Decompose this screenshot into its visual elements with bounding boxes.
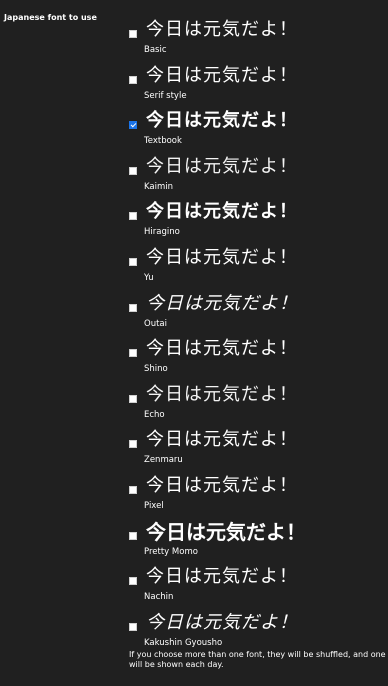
font-checkbox-serif-style[interactable]: [129, 75, 137, 84]
font-checkbox-pixel[interactable]: [129, 485, 137, 494]
font-checkbox-hiragino[interactable]: [129, 212, 137, 221]
font-sample-pixel: 今日は元気だよ！: [146, 474, 298, 496]
font-name-pixel: Pixel: [144, 500, 164, 511]
font-checkbox-outai[interactable]: [129, 303, 137, 312]
font-name-yu: Yu: [144, 272, 154, 283]
font-option-nachin[interactable]: 今日は元気だよ！ Nachin: [127, 565, 385, 611]
font-checkbox-nachin[interactable]: [129, 577, 137, 586]
font-option-pixel[interactable]: 今日は元気だよ！ Pixel: [127, 474, 385, 520]
font-option-outai[interactable]: 今日は元気だよ！ Outai: [127, 292, 385, 338]
font-checkbox-yu[interactable]: [129, 257, 137, 266]
font-checkbox-textbook[interactable]: [129, 121, 137, 130]
font-name-zenmaru: Zenmaru: [144, 455, 183, 466]
font-sample-echo: 今日は元気だよ！: [146, 383, 298, 405]
font-checkbox-echo[interactable]: [129, 394, 137, 403]
font-option-basic[interactable]: 今日は元気だよ！ Basic: [127, 18, 385, 64]
font-sample-kaimin: 今日は元気だよ！: [146, 155, 298, 177]
font-name-serif-style: Serif style: [144, 90, 187, 101]
font-checkbox-basic[interactable]: [129, 30, 137, 38]
font-checkbox-shino[interactable]: [129, 349, 137, 358]
font-name-pretty-momo: Pretty Momo: [144, 546, 198, 557]
font-option-pretty-momo[interactable]: 今日は元気だよ！ Pretty Momo: [127, 520, 385, 566]
font-option-yu[interactable]: 今日は元気だよ！ Yu: [127, 246, 385, 292]
font-option-kaimin[interactable]: 今日は元気だよ！ Kaimin: [127, 155, 385, 201]
font-sample-shino: 今日は元気だよ！: [146, 338, 298, 360]
font-sample-outai: 今日は元気だよ！: [146, 292, 298, 314]
font-checkbox-zenmaru[interactable]: [129, 440, 137, 449]
font-name-basic: Basic: [144, 45, 167, 55]
font-sample-textbook: 今日は元気だよ！: [146, 110, 298, 132]
font-option-echo[interactable]: 今日は元気だよ！ Echo: [127, 383, 385, 429]
font-name-shino: Shino: [144, 364, 168, 375]
font-checkbox-kaimin[interactable]: [129, 166, 137, 175]
font-sample-kakushin-gyousho: 今日は元気だよ！: [146, 611, 298, 633]
font-shuffle-hint: If you choose more than one font, they w…: [129, 650, 386, 669]
font-sample-yu: 今日は元気だよ！: [146, 246, 298, 268]
font-sample-nachin: 今日は元気だよ！: [146, 566, 298, 588]
font-name-echo: Echo: [144, 409, 165, 420]
font-option-serif-style[interactable]: 今日は元気だよ！ Serif style: [127, 64, 385, 110]
font-option-textbook[interactable]: 今日は元気だよ！ Textbook: [127, 109, 385, 155]
font-name-outai: Outai: [144, 318, 167, 329]
font-option-shino[interactable]: 今日は元気だよ！ Shino: [127, 337, 385, 383]
font-name-textbook: Textbook: [144, 136, 182, 147]
font-options-list: 今日は元気だよ！ Basic 今日は元気だよ！ Serif style 今日は元…: [127, 18, 385, 656]
font-sample-zenmaru: 今日は元気だよ！: [146, 429, 298, 451]
font-sample-hiragino: 今日は元気だよ！: [146, 201, 298, 223]
font-checkbox-kakushin-gyousho[interactable]: [129, 622, 137, 631]
font-sample-basic: 今日は元気だよ！: [146, 19, 298, 40]
font-option-zenmaru[interactable]: 今日は元気だよ！ Zenmaru: [127, 428, 385, 474]
font-name-kaimin: Kaimin: [144, 181, 174, 192]
font-setting-label: Japanese font to use: [4, 13, 97, 22]
font-name-hiragino: Hiragino: [144, 227, 180, 238]
font-checkbox-pretty-momo[interactable]: [129, 531, 137, 540]
font-name-nachin: Nachin: [144, 592, 174, 603]
font-name-kakushin-gyousho: Kakushin Gyousho: [144, 637, 223, 648]
font-sample-serif-style: 今日は元気だよ！: [146, 64, 298, 86]
font-sample-pretty-momo: 今日は元気だよ！: [146, 519, 306, 544]
font-option-hiragino[interactable]: 今日は元気だよ！ Hiragino: [127, 200, 385, 246]
